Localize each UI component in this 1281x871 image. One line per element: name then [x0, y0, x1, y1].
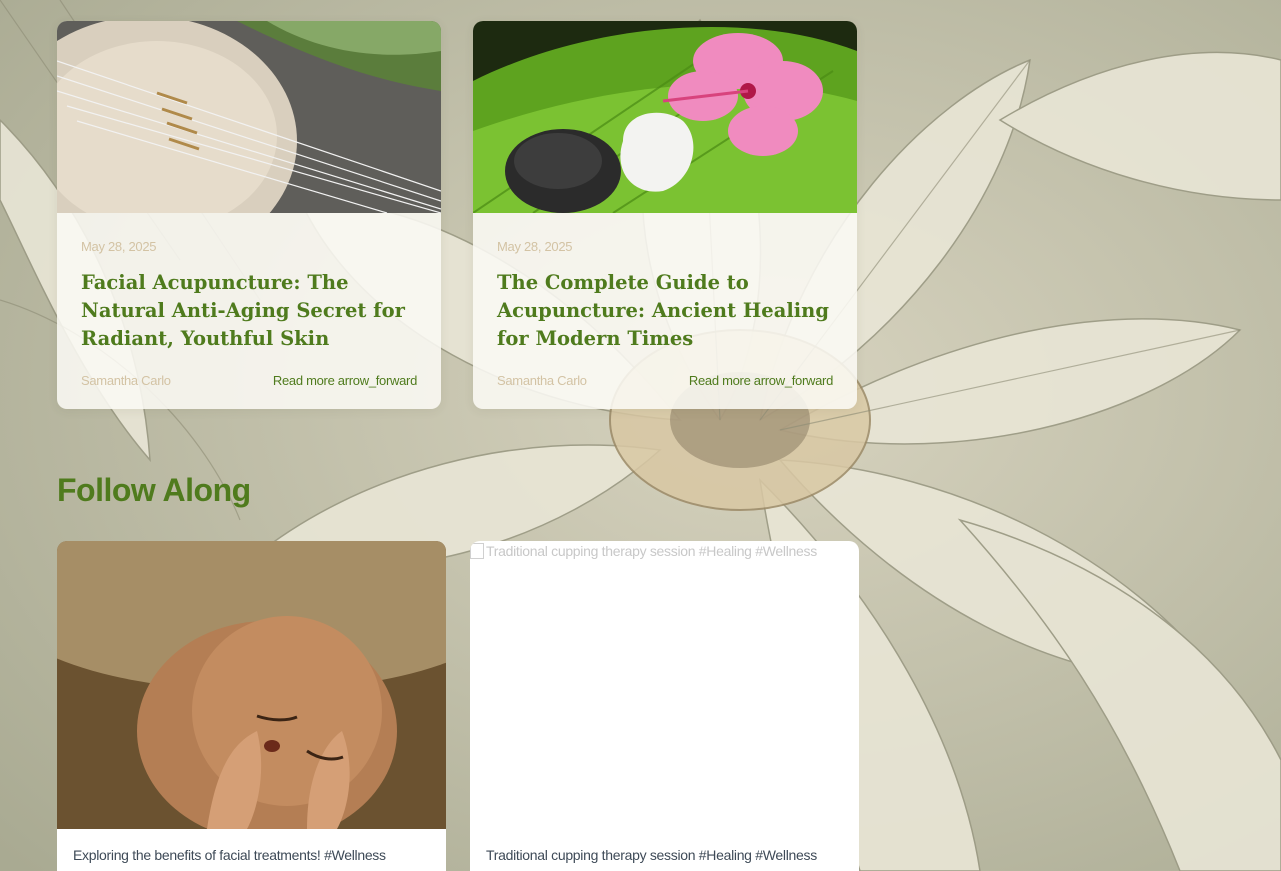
post-caption: Exploring the benefits of facial treatme…	[73, 847, 386, 863]
post-image-broken[interactable]: Traditional cupping therapy session #Hea…	[470, 541, 859, 829]
follow-along-heading: Follow Along	[57, 472, 251, 508]
read-more-link[interactable]: Read more arrow_forward	[273, 373, 417, 388]
image-alt-text: Traditional cupping therapy session #Hea…	[486, 543, 817, 559]
blog-image-stones-flower[interactable]	[473, 21, 857, 213]
social-post[interactable]: Traditional cupping therapy session #Hea…	[470, 541, 859, 871]
read-more-link[interactable]: Read more arrow_forward	[689, 373, 833, 388]
post-caption: Traditional cupping therapy session #Hea…	[486, 847, 817, 863]
blog-image-needles[interactable]	[57, 21, 441, 213]
social-post[interactable]: Exploring the benefits of facial treatme…	[57, 541, 446, 871]
post-author: Samantha Carlo	[497, 373, 587, 388]
blog-card[interactable]: May 28, 2025 The Complete Guide to Acupu…	[473, 21, 857, 409]
post-title[interactable]: The Complete Guide to Acupuncture: Ancie…	[497, 269, 833, 353]
broken-image-alt: Traditional cupping therapy session #Hea…	[470, 543, 817, 559]
blog-card[interactable]: May 28, 2025 Facial Acupuncture: The Nat…	[57, 21, 441, 409]
post-author: Samantha Carlo	[81, 373, 171, 388]
post-title[interactable]: Facial Acupuncture: The Natural Anti-Agi…	[81, 269, 417, 353]
post-date: May 28, 2025	[497, 239, 573, 254]
broken-image-icon	[470, 543, 484, 559]
post-image-facial[interactable]	[57, 541, 446, 829]
post-date: May 28, 2025	[81, 239, 157, 254]
page-content: May 28, 2025 Facial Acupuncture: The Nat…	[0, 0, 1281, 871]
